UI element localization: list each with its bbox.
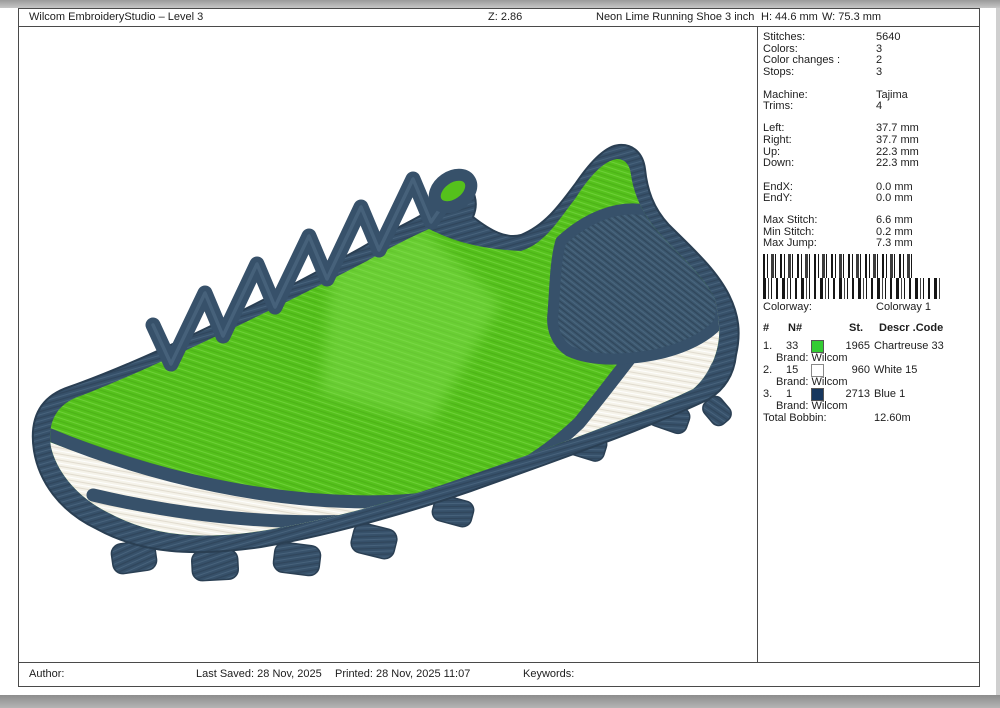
worksheet-header: Wilcom EmbroideryStudio – Level 3 Z: 2.8… xyxy=(19,9,979,27)
total-bobbin-value: 12.60m xyxy=(874,412,911,424)
colorway-value: Colorway 1 xyxy=(876,301,931,313)
design-height: H: 44.6 mm xyxy=(761,11,818,23)
stat-row: Trims:4 xyxy=(763,100,975,112)
total-bobbin-label: Total Bobbin: xyxy=(763,412,827,424)
total-bobbin-row: Total Bobbin: 12.60m xyxy=(763,412,975,424)
print-preview: { "header": { "app_title": "Wilcom Embro… xyxy=(0,0,1000,708)
author-label: Author: xyxy=(29,668,64,680)
stat-row: Down:22.3 mm xyxy=(763,157,975,169)
keywords-label: Keywords: xyxy=(523,668,574,680)
design-info-panel: Stitches:5640 Colors:3 Color changes :2 … xyxy=(757,27,979,662)
zoom-factor: Z: 2.86 xyxy=(488,11,522,23)
worksheet-page: Wilcom EmbroideryStudio – Level 3 Z: 2.8… xyxy=(18,8,980,687)
printed-date: Printed: 28 Nov, 2025 11:07 xyxy=(335,668,470,680)
design-preview-area xyxy=(19,27,757,662)
app-title: Wilcom EmbroideryStudio – Level 3 xyxy=(29,11,203,23)
worksheet-footer: Author: Last Saved: 28 Nov, 2025 Printed… xyxy=(19,663,979,686)
shoe-heel-patch xyxy=(553,209,722,359)
shoe-embroidery-design xyxy=(31,113,753,583)
worksheet-body: Stitches:5640 Colors:3 Color changes :2 … xyxy=(19,27,979,663)
design-barcode-bottom xyxy=(763,278,941,299)
design-name: Neon Lime Running Shoe 3 inch xyxy=(596,11,754,23)
design-width: W: 75.3 mm xyxy=(822,11,881,23)
stat-row: EndY:0.0 mm xyxy=(763,192,975,204)
stat-row: Color changes :2 xyxy=(763,54,975,66)
stat-row: Right:37.7 mm xyxy=(763,134,975,146)
desktop-strip-right xyxy=(996,8,1000,695)
colorway-row: Colorway: Colorway 1 xyxy=(763,301,975,313)
stat-row: Max Stitch:6.6 mm xyxy=(763,214,975,226)
desktop-strip-top xyxy=(0,0,1000,8)
stat-row: Max Jump:7.3 mm xyxy=(763,237,975,249)
design-barcode-top xyxy=(763,254,916,278)
desktop-strip-bottom xyxy=(0,695,1000,708)
stat-row: Stops:3 xyxy=(763,66,975,78)
stat-row: Left:37.7 mm xyxy=(763,122,975,134)
stat-row: Stitches:5640 xyxy=(763,31,975,43)
colorway-label: Colorway: xyxy=(763,301,812,313)
last-saved: Last Saved: 28 Nov, 2025 xyxy=(196,668,322,680)
